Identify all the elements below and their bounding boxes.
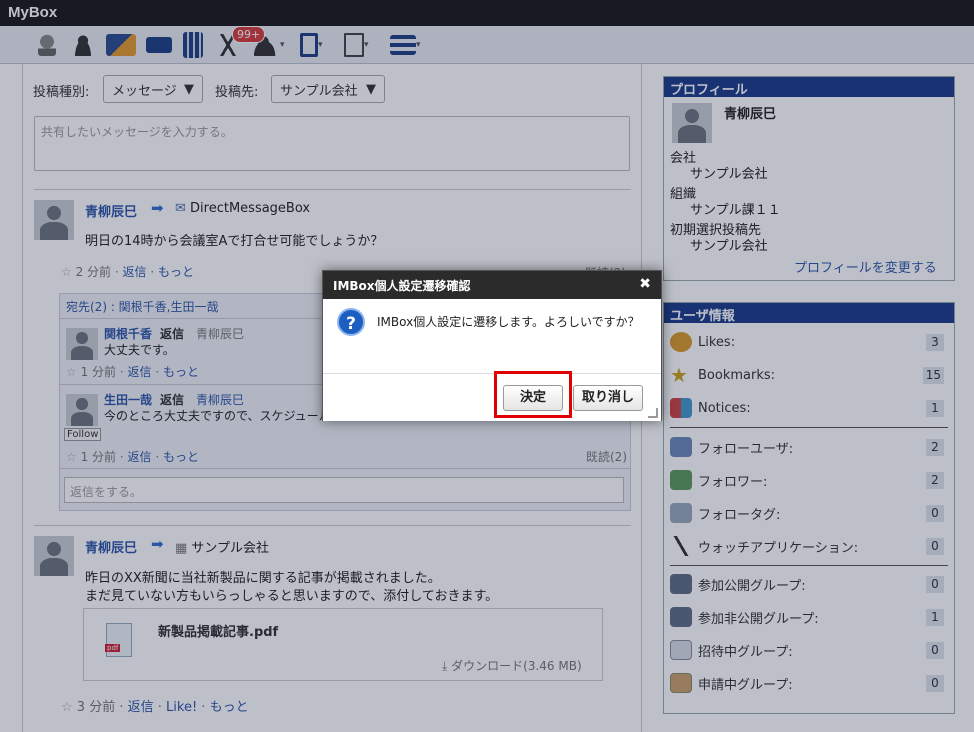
resize-handle[interactable] [648,408,658,418]
question-icon: ? [337,308,365,336]
close-icon[interactable]: ✖ [639,276,651,292]
dialog-footer: 決定 取り消し [323,373,661,421]
dialog-titlebar: IMBox個人設定遷移確認 ✖ [323,271,661,299]
mybox-app: MyBox ▾ ▾ ▾ ▾ 99+ 投稿種別: メッセージ ▼ 投稿先: サンプル… [0,0,974,732]
dialog-message: IMBox個人設定に遷移します。よろしいですか？ [377,315,640,329]
confirm-dialog: IMBox個人設定遷移確認 ✖ ? IMBox個人設定に遷移します。よろしいです… [322,270,662,421]
highlight-box [494,371,572,418]
dialog-title: IMBox個人設定遷移確認 [333,279,471,293]
cancel-button[interactable]: 取り消し [573,385,643,411]
